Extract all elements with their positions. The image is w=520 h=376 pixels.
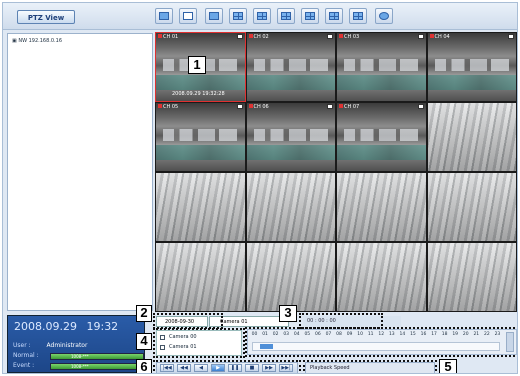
- layout-6-button[interactable]: [301, 8, 319, 24]
- channel-name: CH 04: [434, 34, 450, 40]
- layout-4-button[interactable]: [229, 8, 247, 24]
- video-tile[interactable]: [155, 242, 246, 312]
- video-tile[interactable]: CH 04: [426, 32, 517, 102]
- tile-status-icon: [236, 104, 243, 109]
- tree-node-label: NW 192.168.0.16: [18, 38, 62, 44]
- user-value: Administrator: [46, 342, 88, 349]
- video-tile-label: CH 07: [339, 104, 359, 110]
- layout-1-icon: [209, 12, 219, 20]
- callout-4: 4: [136, 333, 152, 350]
- video-tile[interactable]: [426, 102, 517, 172]
- callout-1: 1: [188, 56, 206, 74]
- callout-6-region: [153, 360, 301, 373]
- channel-name: CH 02: [253, 34, 269, 40]
- normal-label: Normal :: [13, 352, 39, 359]
- status-panel: 2008.09.29 19:32 User : Administrator No…: [7, 315, 145, 373]
- callout-3: 3: [279, 305, 297, 322]
- ptz-view-button[interactable]: PTZ View: [17, 10, 75, 24]
- video-tile-label: CH 03: [339, 34, 359, 40]
- screenshot-button[interactable]: [155, 8, 173, 24]
- layout-6-icon: [305, 12, 315, 20]
- video-timestamp: 2008.09.29 19:32:28: [172, 91, 225, 97]
- clock-date: 2008.09.29: [14, 320, 77, 333]
- video-tile[interactable]: CH 03: [336, 32, 427, 102]
- video-grid: CH 01 2008.09.29 19:32:28 CH 02 CH 03 CH 04 C…: [155, 32, 517, 312]
- clock-display: 2008.09.29 19:32: [14, 320, 118, 333]
- record-indicator-icon: [158, 34, 162, 38]
- screenshot-icon: [159, 12, 169, 20]
- video-tile[interactable]: CH 05: [155, 102, 246, 172]
- video-tile[interactable]: CH 02: [245, 32, 336, 102]
- settings-button[interactable]: [375, 8, 393, 24]
- callout-5: 5: [439, 359, 457, 373]
- layout-13-icon: [353, 12, 363, 20]
- video-tile[interactable]: [336, 242, 427, 312]
- video-tile[interactable]: CH 07: [336, 102, 427, 172]
- close-layout-icon: [183, 12, 193, 20]
- layout-16-button[interactable]: [277, 8, 295, 24]
- device-icon: ▣: [12, 38, 17, 44]
- callout-6: 6: [136, 359, 152, 373]
- record-indicator-icon: [339, 34, 343, 38]
- tile-status-icon: [236, 34, 243, 39]
- video-tile-label: CH 01: [158, 34, 178, 40]
- tile-status-icon: [327, 104, 333, 109]
- layout-9-icon: [257, 12, 267, 20]
- app-window: PTZ View ▣ NW 192.168.0.16 CH 01 2008.09.…: [2, 2, 518, 374]
- event-value: 1008-***: [71, 364, 89, 369]
- clock-time: 19:32: [86, 320, 119, 333]
- event-storage-bar: 1008-***: [50, 363, 144, 370]
- tile-status-icon: [327, 34, 333, 39]
- timeline-region: [245, 327, 517, 357]
- normal-storage-bar: 1008-***: [50, 353, 144, 360]
- layout-16-icon: [281, 12, 291, 20]
- user-row: User : Administrator: [13, 342, 87, 349]
- callout-5-region: [303, 360, 437, 373]
- normal-value: 1008-***: [71, 354, 89, 359]
- callout-2: 2: [136, 305, 152, 322]
- channel-name: CH 05: [163, 104, 179, 110]
- settings-icon: [379, 12, 389, 20]
- channel-name: CH 01: [163, 34, 179, 40]
- layout-1-button[interactable]: [205, 8, 223, 24]
- layout-13-button[interactable]: [349, 8, 367, 24]
- layout-4-icon: [233, 12, 243, 20]
- video-tile-label: CH 02: [248, 34, 269, 40]
- channel-name: CH 06: [253, 104, 269, 110]
- video-tile[interactable]: [155, 172, 246, 242]
- video-tile[interactable]: [426, 172, 517, 242]
- layout-8-button[interactable]: [325, 8, 343, 24]
- record-indicator-icon: [158, 104, 162, 108]
- close-layout-button[interactable]: [179, 8, 197, 24]
- channel-name: CH 07: [344, 104, 360, 110]
- top-toolbar: PTZ View: [3, 3, 517, 30]
- record-indicator-icon: [429, 34, 434, 38]
- video-tile-label: CH 04: [429, 34, 450, 40]
- channel-name: CH 03: [344, 34, 360, 40]
- callout-2-region: [153, 313, 223, 329]
- user-label: User :: [13, 342, 31, 349]
- video-tile[interactable]: [426, 242, 517, 312]
- record-indicator-icon: [248, 34, 253, 38]
- video-tile[interactable]: [336, 172, 427, 242]
- layout-9-button[interactable]: [253, 8, 271, 24]
- video-tile[interactable]: [245, 172, 336, 242]
- video-tile-label: CH 06: [248, 104, 269, 110]
- video-tile-label: CH 05: [158, 104, 178, 110]
- tile-status-icon: [508, 34, 514, 39]
- device-tree: ▣ NW 192.168.0.16: [7, 33, 153, 311]
- record-indicator-icon: [248, 104, 253, 108]
- event-label: Event :: [13, 362, 35, 369]
- video-tile[interactable]: [245, 242, 336, 312]
- record-indicator-icon: [339, 104, 343, 108]
- tile-status-icon: [417, 34, 424, 39]
- layout-8-icon: [329, 12, 339, 20]
- tile-status-icon: [417, 104, 424, 109]
- video-tile[interactable]: CH 06: [245, 102, 336, 172]
- callout-4-region: [153, 328, 245, 358]
- tree-node-device[interactable]: ▣ NW 192.168.0.16: [12, 38, 62, 44]
